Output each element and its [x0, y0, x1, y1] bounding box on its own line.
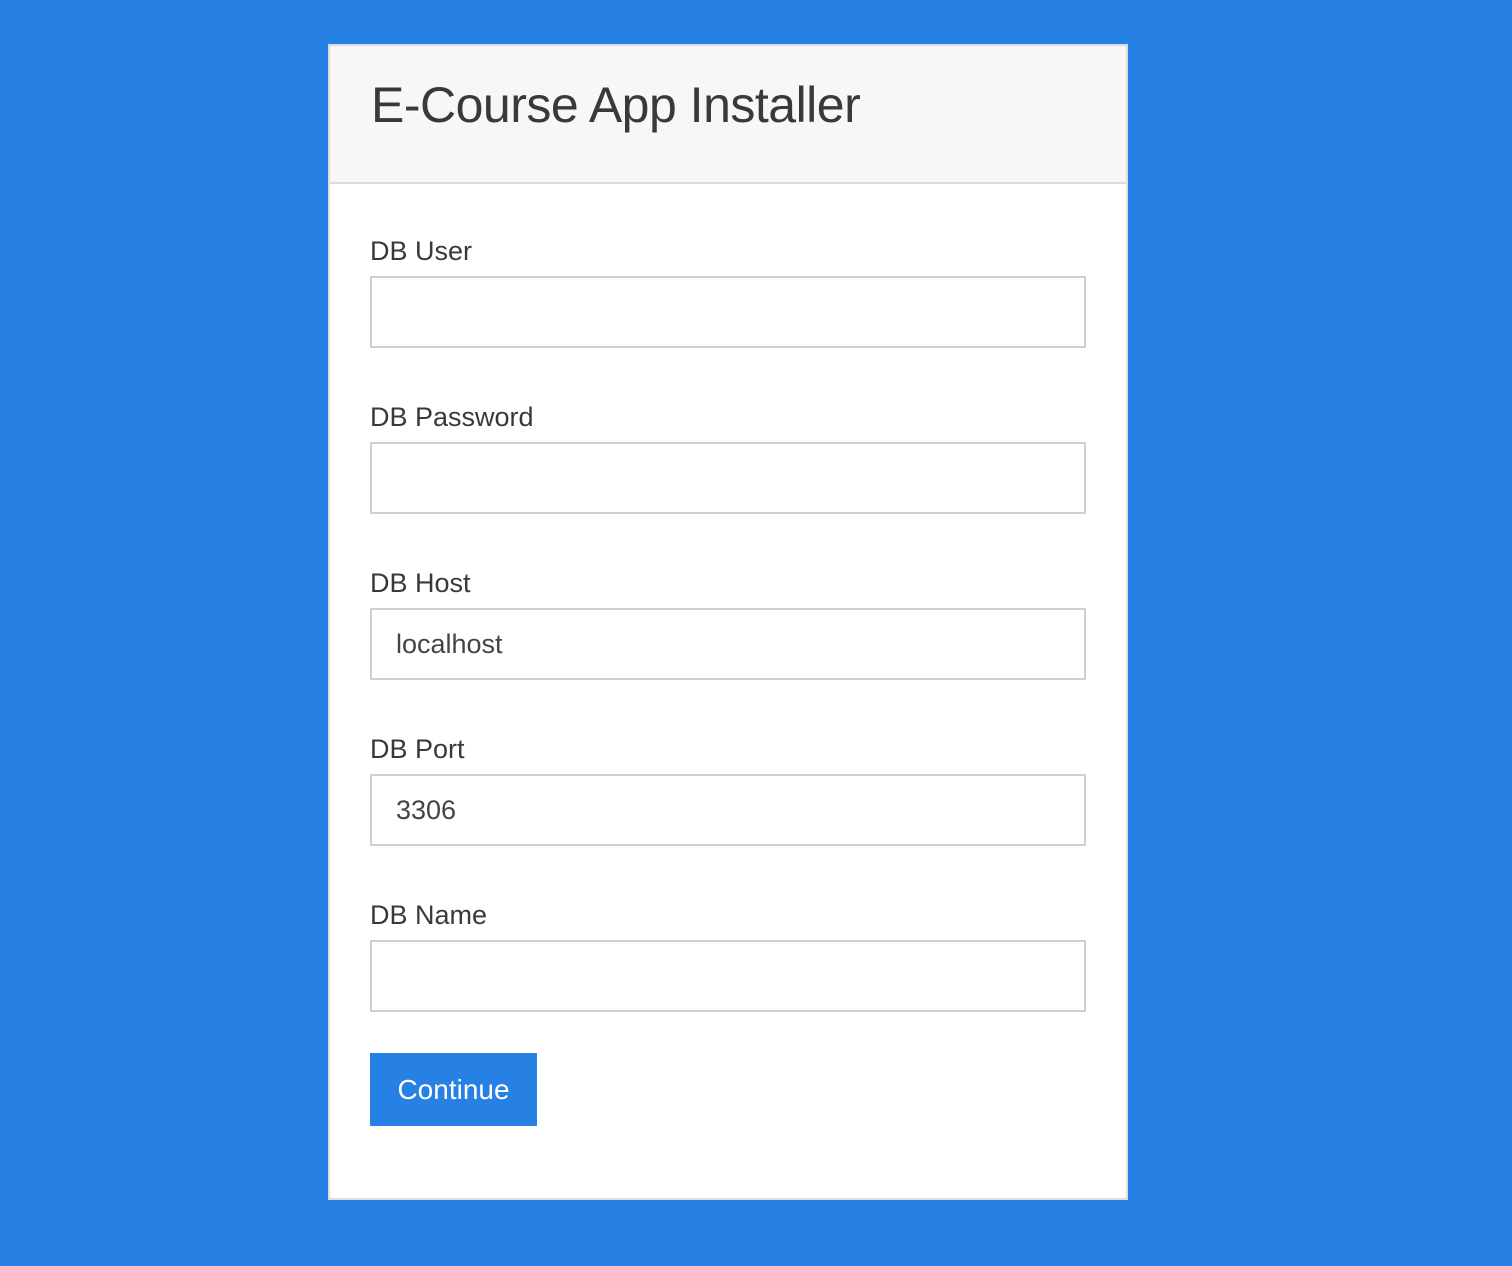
page-title: E-Course App Installer [371, 77, 861, 133]
db-user-label: DB User [370, 236, 473, 266]
db-user-input[interactable] [370, 276, 1086, 348]
db-port-group: DB Port [370, 734, 1086, 846]
continue-button[interactable]: Continue [370, 1053, 537, 1126]
db-user-group: DB User [370, 236, 1086, 348]
db-name-label: DB Name [370, 900, 488, 930]
db-port-label: DB Port [370, 734, 465, 764]
card-header: E-Course App Installer [330, 46, 1126, 184]
db-host-input[interactable] [370, 608, 1086, 680]
db-password-input[interactable] [370, 442, 1086, 514]
db-port-input[interactable] [370, 774, 1086, 846]
db-password-group: DB Password [370, 402, 1086, 514]
db-host-label: DB Host [370, 568, 471, 598]
db-host-group: DB Host [370, 568, 1086, 680]
db-name-input[interactable] [370, 940, 1086, 1012]
db-password-label: DB Password [370, 402, 534, 432]
db-name-group: DB Name [370, 900, 1086, 1012]
installer-card: E-Course App Installer DB User DB Passwo… [328, 44, 1128, 1200]
